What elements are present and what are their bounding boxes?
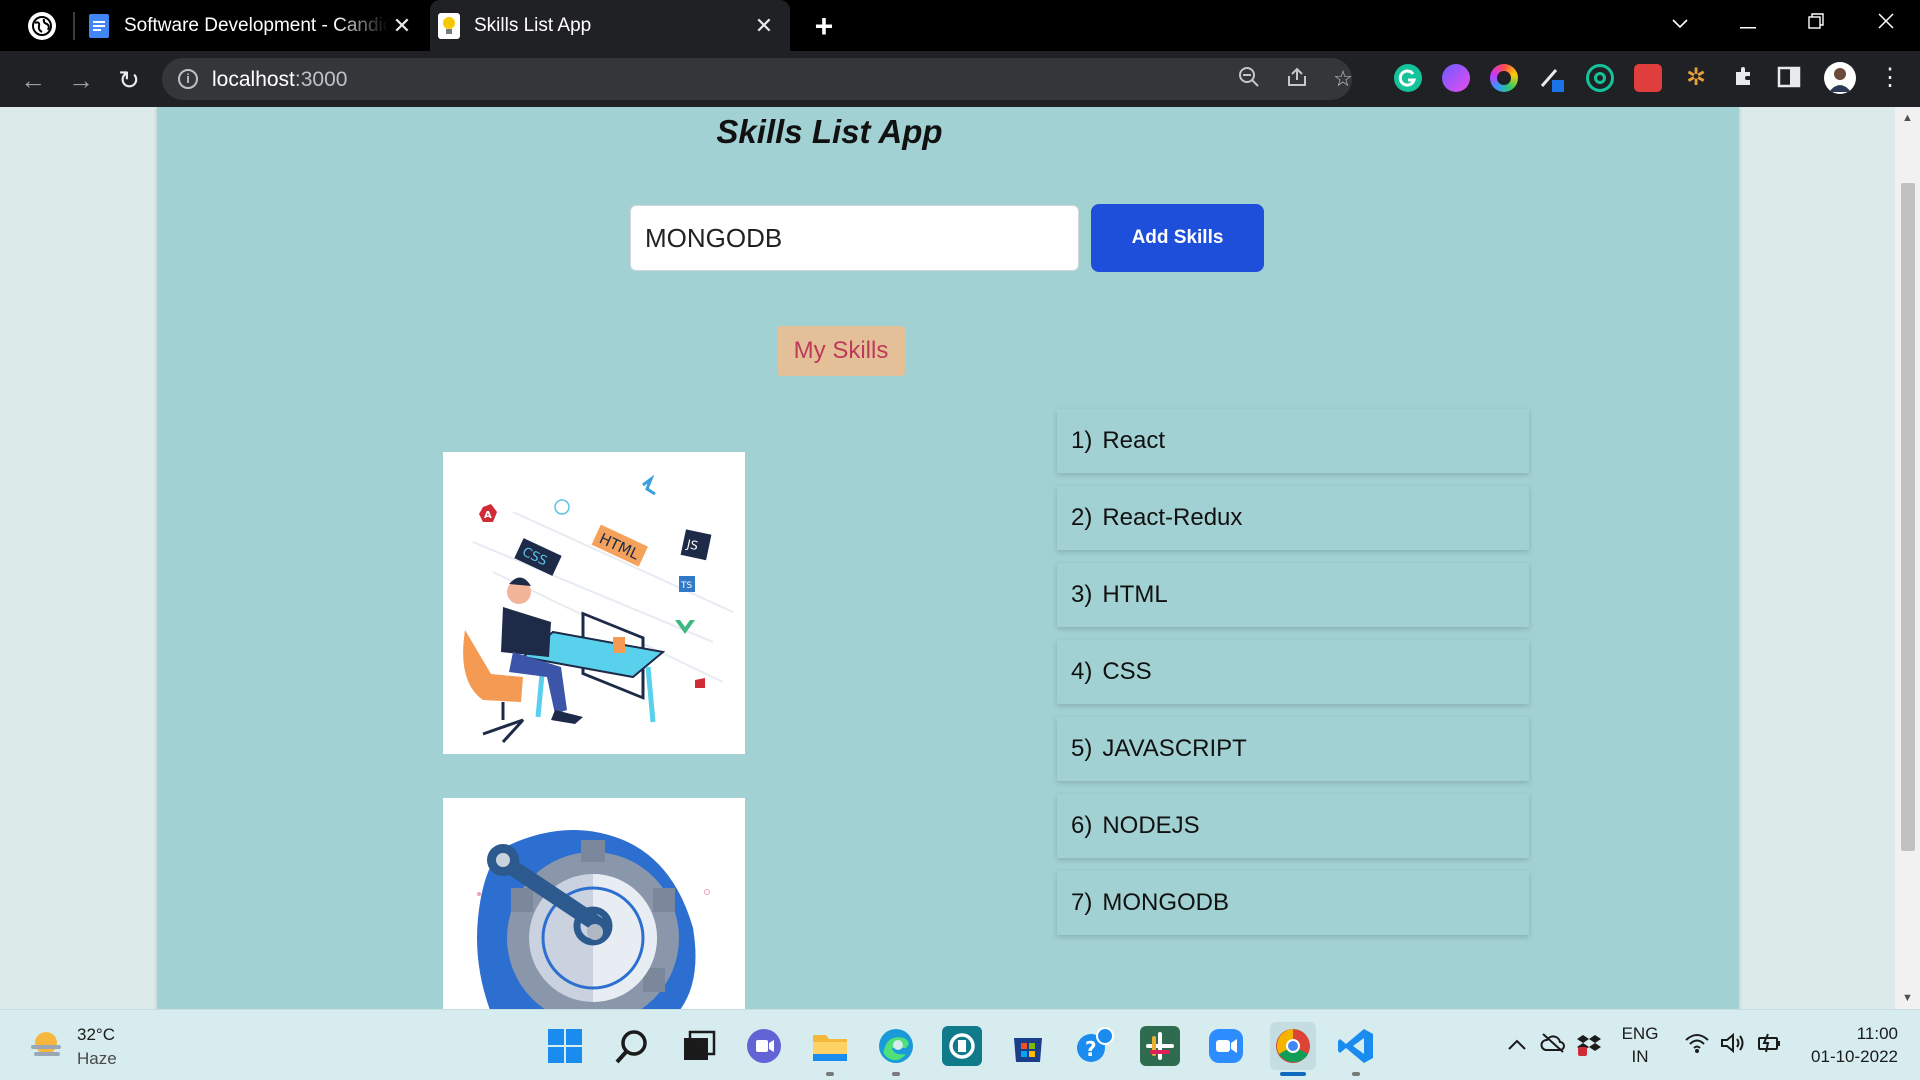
page-scrollbar[interactable]: ▲ ▼: [1895, 107, 1920, 1009]
pen-extension-icon[interactable]: [1538, 64, 1566, 92]
app-running-indicator: [892, 1072, 900, 1076]
file-explorer-icon[interactable]: [810, 1026, 850, 1066]
skill-name: NODEJS: [1102, 812, 1200, 839]
skill-name: JAVASCRIPT: [1102, 735, 1247, 762]
browser-tab-strip: Software Development - Candidate ✕ Skill…: [0, 0, 1920, 51]
language-indicator[interactable]: ENG IN: [1616, 1024, 1664, 1067]
skills-list: 1) React 2) React-Redux 3) HTML 4) CSS 5…: [1057, 409, 1529, 948]
dropbox-sync-icon[interactable]: [1576, 1032, 1602, 1058]
teams-chat-icon[interactable]: [744, 1026, 784, 1066]
weather-description[interactable]: Haze: [77, 1049, 117, 1069]
red-extension-icon[interactable]: [1634, 64, 1662, 92]
side-panel-icon[interactable]: [1776, 64, 1804, 92]
lightbulb-icon: [438, 12, 460, 39]
vscode-icon[interactable]: [1336, 1026, 1376, 1066]
list-item: 3) HTML: [1057, 563, 1529, 627]
restore-icon[interactable]: [1788, 0, 1844, 44]
my-skills-heading: My Skills: [777, 326, 905, 376]
app-running-indicator: [1352, 1072, 1360, 1076]
color-picker-icon[interactable]: [1490, 64, 1518, 92]
skill-input[interactable]: MONGODB: [630, 205, 1079, 271]
skills-app-container: Skills List App MONGODB Add Skills My Sk…: [157, 107, 1739, 1009]
bug-extension-icon[interactable]: ✲: [1682, 64, 1710, 92]
new-tab-icon[interactable]: +: [808, 10, 840, 42]
app-running-indicator: [826, 1072, 834, 1076]
tab-title: Skills List App: [474, 14, 592, 36]
skill-name: React-Redux: [1102, 504, 1243, 531]
back-arrow-icon[interactable]: ←: [16, 63, 50, 97]
zoom-icon[interactable]: [1206, 1026, 1246, 1066]
bookmark-star-icon[interactable]: ☆: [1330, 66, 1356, 92]
slack-icon[interactable]: [1140, 1026, 1180, 1066]
grammarly-icon[interactable]: [1394, 64, 1422, 92]
list-item: 6) NODEJS: [1057, 794, 1529, 858]
volume-icon[interactable]: [1720, 1032, 1746, 1058]
add-skills-button[interactable]: Add Skills: [1091, 204, 1264, 272]
extension-purple-icon[interactable]: [1442, 64, 1470, 92]
list-item: 2) React-Redux: [1057, 486, 1529, 550]
app-active-indicator: [1280, 1072, 1306, 1076]
tab-skills-list-app[interactable]: Skills List App ✕: [430, 0, 790, 51]
forward-arrow-icon[interactable]: →: [64, 63, 98, 97]
chevron-up-icon[interactable]: [1504, 1032, 1530, 1058]
svg-text:?: ?: [1085, 1037, 1097, 1061]
task-view-icon[interactable]: [678, 1026, 718, 1066]
globe-icon[interactable]: [28, 12, 56, 40]
address-url[interactable]: localhost:3000: [212, 68, 347, 92]
developer-illustration: A HTML CSS JS TS: [443, 452, 745, 754]
dev-app-icon[interactable]: [942, 1026, 982, 1066]
help-chat-icon[interactable]: ?: [1074, 1026, 1114, 1066]
weather-haze-icon[interactable]: [28, 1029, 64, 1061]
svg-text:TS: TS: [680, 581, 692, 591]
reload-icon[interactable]: ↻: [112, 63, 146, 97]
close-window-icon[interactable]: [1858, 0, 1914, 44]
minimize-icon[interactable]: [1720, 0, 1776, 44]
tab-title: Software Development - Candidate: [124, 14, 388, 36]
skill-name: CSS: [1102, 658, 1152, 685]
tab-search-icon[interactable]: [1652, 0, 1708, 44]
browser-toolbar: ← → ↻ i localhost:3000 ☆ ✲ ⋮: [0, 51, 1920, 107]
close-icon[interactable]: ✕: [750, 12, 778, 40]
search-icon[interactable]: [612, 1026, 652, 1066]
list-item: 5) JAVASCRIPT: [1057, 717, 1529, 781]
gear-wrench-illustration: [443, 798, 745, 1009]
extensions-puzzle-icon[interactable]: [1730, 64, 1758, 92]
windows-taskbar: 32°C Haze ? ENG IN 11:00 01-10-2022: [0, 1009, 1920, 1080]
svg-text:A: A: [484, 510, 492, 521]
clock[interactable]: 11:00 01-10-2022: [1798, 1024, 1898, 1067]
battery-charging-icon[interactable]: [1756, 1032, 1782, 1058]
weather-temperature[interactable]: 32°C: [77, 1025, 115, 1045]
skill-name: React: [1102, 427, 1166, 454]
onedrive-offline-icon[interactable]: [1540, 1032, 1566, 1058]
edge-browser-icon[interactable]: [876, 1026, 916, 1066]
target-extension-icon[interactable]: [1586, 64, 1614, 92]
windows-start-icon[interactable]: [545, 1026, 585, 1066]
share-icon[interactable]: [1284, 66, 1310, 92]
list-item: 7) MONGODB: [1057, 871, 1529, 935]
more-options-icon[interactable]: ⋮: [1876, 64, 1904, 92]
tab-software-development[interactable]: Software Development - Candidate ✕: [80, 0, 428, 51]
scroll-down-icon[interactable]: ▼: [1895, 987, 1920, 1009]
info-icon[interactable]: i: [178, 69, 198, 89]
clock-date: 01-10-2022: [1811, 1047, 1898, 1066]
list-item: 4) CSS: [1057, 640, 1529, 704]
clock-time: 11:00: [1856, 1024, 1898, 1043]
tab-separator: [73, 12, 75, 40]
skill-name: HTML: [1102, 581, 1168, 608]
scroll-up-icon[interactable]: ▲: [1895, 107, 1920, 129]
skill-name: MONGODB: [1102, 889, 1230, 916]
list-item: 1) React: [1057, 409, 1529, 473]
address-bar[interactable]: i localhost:3000 ☆: [162, 58, 1353, 100]
page-viewport: Skills List App MONGODB Add Skills My Sk…: [0, 107, 1920, 1009]
wifi-icon[interactable]: [1684, 1032, 1710, 1058]
google-docs-icon: [88, 13, 110, 39]
scrollbar-thumb[interactable]: [1901, 183, 1915, 851]
chrome-icon[interactable]: [1270, 1022, 1316, 1070]
microsoft-store-icon[interactable]: [1008, 1026, 1048, 1066]
close-icon[interactable]: ✕: [388, 12, 416, 40]
page-title: Skills List App: [716, 113, 943, 150]
avatar[interactable]: [1824, 62, 1856, 94]
zoom-out-icon[interactable]: [1236, 66, 1262, 92]
